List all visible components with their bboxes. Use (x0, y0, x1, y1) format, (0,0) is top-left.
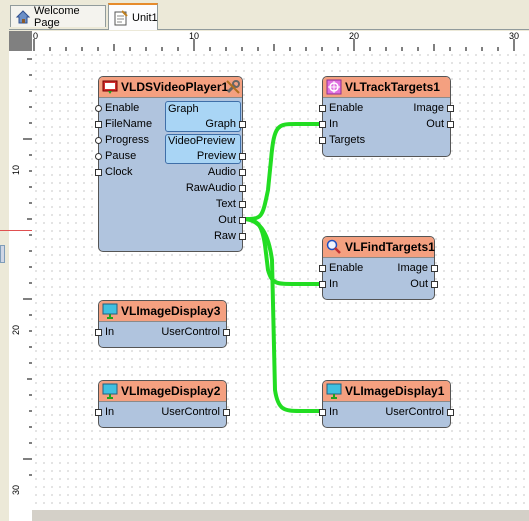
pin-label: Enable (105, 102, 140, 114)
pin-label: Enable (329, 262, 364, 274)
subbox-title: Graph (168, 103, 199, 115)
pin-in[interactable] (319, 281, 326, 288)
pin-usercontrol[interactable] (223, 409, 230, 416)
home-icon (15, 9, 31, 25)
pin-image[interactable] (431, 265, 438, 272)
pin-raw[interactable] (239, 233, 246, 240)
pin-graph[interactable] (239, 121, 246, 128)
subbox-title: VideoPreview (168, 135, 236, 147)
pin-label: Pause (105, 150, 137, 162)
graph-subcomponent[interactable]: Graph Graph (165, 101, 241, 132)
pin-audio[interactable] (239, 169, 246, 176)
pin-pause[interactable] (95, 153, 102, 160)
canvas-bottom-edge (32, 510, 529, 521)
component-title: VLDSVideoPlayer1 (121, 80, 229, 94)
horizontal-ruler: 0 10 20 30 (32, 31, 529, 52)
ruler-label: 20 (11, 324, 22, 336)
component-title: VLImageDisplay1 (345, 384, 445, 398)
pin-preview[interactable] (239, 153, 246, 160)
pin-image[interactable] (447, 105, 454, 112)
pin-in[interactable] (95, 329, 102, 336)
pin-rawaudio[interactable] (239, 185, 246, 192)
pin-label: In (329, 118, 339, 130)
pin-label: Out (426, 118, 444, 130)
pin-label: Image (397, 262, 428, 274)
vertical-ruler: 10 20 30 (9, 51, 32, 521)
ruler-label: 30 (11, 484, 22, 496)
pin-targets[interactable] (319, 137, 326, 144)
pin-label: Enable (329, 102, 364, 114)
component-vldsvideoplayer1[interactable]: VLDSVideoPlayer1 Enable FileName Progres… (95, 76, 246, 252)
pin-label: Preview (196, 150, 236, 162)
pin-label: FileName (105, 118, 153, 130)
pin-enable[interactable] (95, 105, 102, 112)
image-display-icon (326, 383, 342, 399)
tab-welcome-page[interactable]: Welcome Page (10, 4, 106, 29)
pin-out[interactable] (239, 217, 246, 224)
image-display-icon (102, 383, 118, 399)
pin-label: UserControl (385, 406, 444, 418)
pin-in[interactable] (319, 409, 326, 416)
ruler-corner (9, 31, 32, 51)
pin-label: UserControl (161, 406, 220, 418)
image-display-icon (102, 303, 118, 319)
component-vlimagedisplay2[interactable]: VLImageDisplay2 In UserControl (95, 380, 230, 428)
pin-in[interactable] (95, 409, 102, 416)
component-vlimagedisplay1[interactable]: VLImageDisplay1 In UserControl (319, 380, 454, 428)
video-player-icon (102, 79, 118, 95)
component-title: VLFindTargets1 (345, 240, 435, 254)
pin-label: Out (410, 278, 428, 290)
tab-label: Unit1 (132, 11, 158, 24)
pin-label: In (329, 278, 339, 290)
pin-usercontrol[interactable] (223, 329, 230, 336)
pin-progress[interactable] (95, 137, 102, 144)
videopreview-subcomponent[interactable]: VideoPreview Preview (165, 134, 241, 164)
pin-enable[interactable] (319, 265, 326, 272)
pin-label: Text (215, 198, 236, 210)
pin-label: In (105, 406, 115, 418)
pin-label: RawAudio (185, 182, 236, 194)
component-vlimagedisplay3[interactable]: VLImageDisplay3 In UserControl (95, 300, 230, 348)
find-targets-icon (326, 239, 342, 255)
ruler-label: 30 (509, 31, 520, 41)
pin-label: In (329, 406, 339, 418)
ruler-label: 0 (33, 31, 39, 41)
component-title: VLTrackTargets1 (345, 80, 440, 94)
component-title: VLImageDisplay2 (121, 384, 221, 398)
pin-label: Targets (329, 134, 366, 146)
pin-label: Graph (205, 118, 236, 130)
pin-label: In (105, 326, 115, 338)
red-guide-line (0, 230, 32, 231)
component-title: VLImageDisplay3 (121, 304, 221, 318)
unit-icon (113, 9, 129, 26)
tab-unit1[interactable]: Unit1 (108, 3, 158, 30)
pin-label: Image (413, 102, 444, 114)
tab-label: Welcome Page (34, 4, 80, 29)
side-marker (0, 245, 5, 263)
pin-label: Audio (207, 166, 236, 178)
tab-bar: Welcome Page Unit1 (0, 0, 529, 30)
pin-label: Out (218, 214, 236, 226)
pin-filename[interactable] (95, 121, 102, 128)
component-vltracktargets1[interactable]: VLTrackTargets1 Enable In Targets Image … (319, 76, 454, 157)
pin-text[interactable] (239, 201, 246, 208)
pin-label: Progress (105, 134, 150, 146)
left-strip (0, 29, 9, 521)
ruler-label: 10 (11, 164, 22, 176)
pin-clock[interactable] (95, 169, 102, 176)
pin-out[interactable] (431, 281, 438, 288)
wrench-icon (225, 79, 241, 95)
pin-label: Raw (213, 230, 236, 242)
track-targets-icon (326, 79, 342, 95)
component-vlfindtargets1[interactable]: VLFindTargets1 Enable In Image Out (319, 236, 438, 300)
pin-enable[interactable] (319, 105, 326, 112)
ruler-label: 20 (349, 31, 360, 41)
pin-in[interactable] (319, 121, 326, 128)
pin-usercontrol[interactable] (447, 409, 454, 416)
pin-label: UserControl (161, 326, 220, 338)
ruler-label: 10 (189, 31, 200, 41)
pin-out[interactable] (447, 121, 454, 128)
pin-label: Clock (105, 166, 133, 178)
